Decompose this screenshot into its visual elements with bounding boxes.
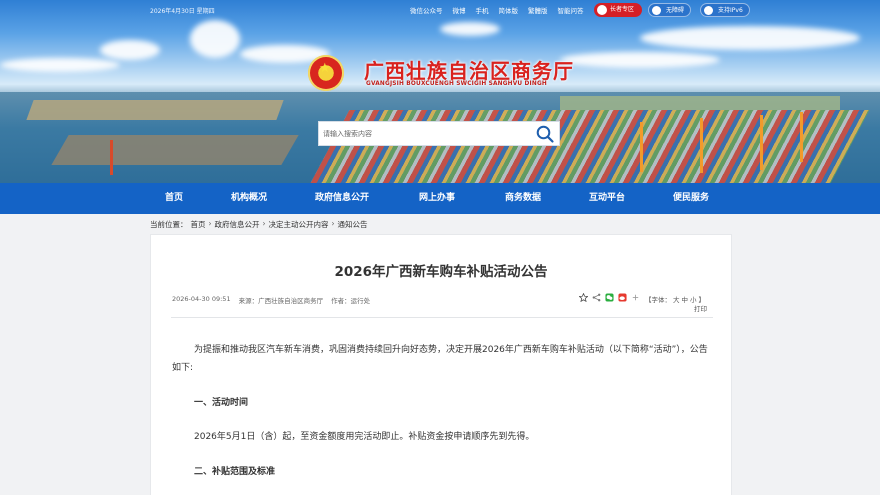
title-divider xyxy=(171,317,713,318)
breadcrumb-separator: › xyxy=(331,219,335,228)
crane-decoration xyxy=(640,122,643,172)
article-intro: 为提振和推动我区汽车新车消费，巩固消费持续回升向好态势，决定开展2026年广西新… xyxy=(172,345,708,373)
smart-qa-link[interactable]: 智能问答 xyxy=(558,5,584,15)
accessibility-icon xyxy=(652,6,661,15)
mobile-link[interactable]: 手机 xyxy=(476,5,489,15)
article-title: 2026年广西新车购车补贴活动公告 xyxy=(334,264,548,280)
publish-datetime: 2026-04-30 09:51 xyxy=(172,295,231,303)
crane-decoration xyxy=(110,140,113,175)
accessibility-button[interactable]: 无障碍 xyxy=(648,3,692,17)
crane-decoration xyxy=(700,118,703,173)
breadcrumb-home[interactable]: 首页 xyxy=(191,219,206,230)
nav-convenience[interactable]: 便民服务 xyxy=(673,183,709,214)
nav-gov-info[interactable]: 政府信息公开 xyxy=(315,183,369,214)
land-area xyxy=(26,100,284,120)
nav-home[interactable]: 首页 xyxy=(165,183,183,214)
nav-interaction[interactable]: 互动平台 xyxy=(589,183,625,214)
breadcrumb-separator: › xyxy=(262,219,266,228)
font-size-medium[interactable]: 中 xyxy=(682,294,689,304)
article-author: 作者：运行处 xyxy=(331,297,371,305)
article-meta: 2026-04-30 09:51 来源：广西壮族自治区商务厅 作者：运行处 xyxy=(172,295,370,305)
nav-online-service[interactable]: 网上办事 xyxy=(419,183,455,214)
nav-organization[interactable]: 机构概况 xyxy=(231,183,267,214)
favorite-icon[interactable] xyxy=(579,293,588,302)
print-button[interactable]: 打印 xyxy=(694,303,707,313)
breadcrumb-label: 当前位置： xyxy=(150,220,188,229)
nav-commerce-data[interactable]: 商务数据 xyxy=(505,183,541,214)
breadcrumb: 当前位置： 首页 › 政府信息公开 › 决定主动公开内容 › 通知公告 xyxy=(150,219,368,230)
section-heading: 一、活动时间 xyxy=(194,398,249,408)
elderly-icon xyxy=(597,5,607,15)
search-input[interactable] xyxy=(323,122,529,145)
cloud-decoration xyxy=(640,26,860,50)
wechat-official-link[interactable]: 微信公众号 xyxy=(410,5,443,15)
section-paragraph: 2026年5月1日（含）起，至资金额度用完活动即止。补贴资金按申请顺序先到先得。 xyxy=(194,432,535,442)
current-date: 2026年4月30日 星期四 xyxy=(150,8,215,15)
share-icon[interactable] xyxy=(592,293,601,302)
emblem-icon xyxy=(308,55,344,91)
cloud-decoration xyxy=(100,40,160,60)
breadcrumb-public-content[interactable]: 决定主动公开内容 xyxy=(269,219,329,230)
elderly-zone-label: 长者专区 xyxy=(610,6,635,13)
top-links: 微信公众号 微博 手机 简体版 繁體版 智能问答 xyxy=(410,5,584,15)
article-card: 2026年广西新车购车补贴活动公告 2026-04-30 09:51 来源：广西… xyxy=(150,234,732,495)
weibo-link[interactable]: 微博 xyxy=(453,5,466,15)
breadcrumb-separator: › xyxy=(208,219,212,228)
traditional-link[interactable]: 繁體版 xyxy=(528,5,548,15)
font-size-large[interactable]: 大 xyxy=(673,294,680,304)
ipv6-label: 支持IPv6 xyxy=(718,7,743,14)
simplified-link[interactable]: 简体版 xyxy=(499,5,519,15)
breadcrumb-gov-info[interactable]: 政府信息公开 xyxy=(215,219,260,230)
main-nav: 首页 机构概况 政府信息公开 网上办事 商务数据 互动平台 便民服务 xyxy=(0,183,880,214)
elderly-zone-button[interactable]: 长者专区 xyxy=(594,3,642,17)
land-area xyxy=(51,135,299,165)
search-icon xyxy=(536,125,554,143)
accessibility-label: 无障碍 xyxy=(666,7,685,14)
cloud-decoration xyxy=(0,58,120,72)
cloud-decoration xyxy=(560,52,720,68)
article-source: 来源：广西壮族自治区商务厅 xyxy=(238,297,324,305)
more-icon[interactable] xyxy=(631,293,640,302)
font-size-label: 【字体： xyxy=(645,296,671,304)
ipv6-icon xyxy=(704,6,713,15)
share-tools xyxy=(579,293,640,302)
crane-decoration xyxy=(800,112,803,162)
cloud-decoration xyxy=(190,20,240,58)
land-area xyxy=(560,96,840,110)
crane-decoration xyxy=(760,115,763,170)
weibo-icon[interactable] xyxy=(618,293,627,302)
ipv6-badge: 支持IPv6 xyxy=(700,3,750,17)
top-utility-bar: 2026年4月30日 星期四 微信公众号 微博 手机 简体版 繁體版 智能问答 … xyxy=(0,0,880,20)
breadcrumb-notices[interactable]: 通知公告 xyxy=(338,219,368,230)
header-banner: 2026年4月30日 星期四 微信公众号 微博 手机 简体版 繁體版 智能问答 … xyxy=(0,0,880,183)
site-title[interactable]: 广西壮族自治区商务厅 xyxy=(364,55,574,84)
search-button[interactable] xyxy=(535,124,557,144)
cloud-decoration xyxy=(440,22,500,36)
wechat-icon[interactable] xyxy=(605,293,614,302)
section-heading: 二、补贴范围及标准 xyxy=(194,467,276,477)
site-subtitle: GVANGJSIH BOUXCUENGH SWCIGIH SANGHVU DIN… xyxy=(366,81,547,87)
search-box xyxy=(318,121,560,146)
